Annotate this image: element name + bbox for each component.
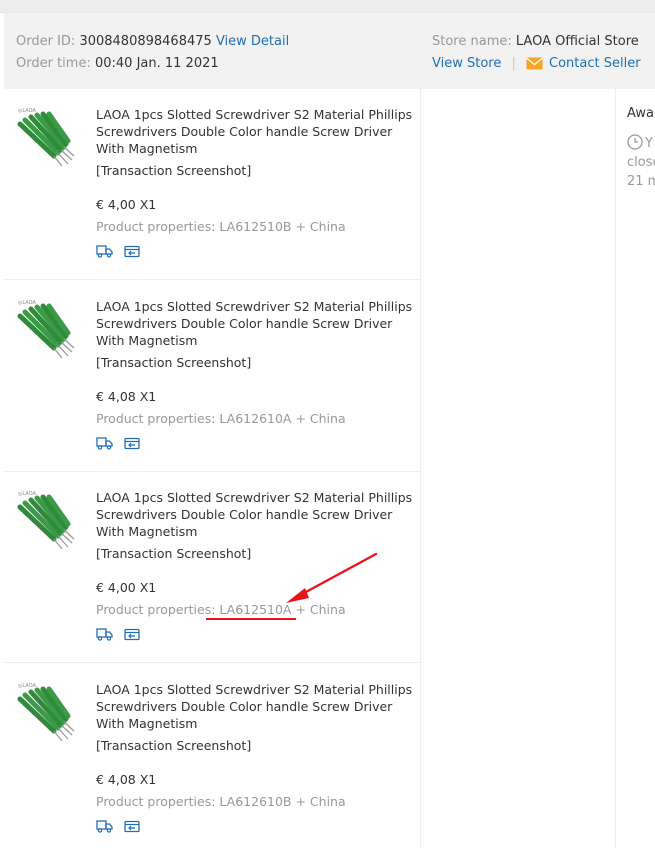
countdown-text: Y — [645, 136, 653, 151]
product-properties: Product properties: LA612510A + China — [96, 602, 346, 617]
order-item: ◎LAOA LAOA 1pcs Slotted Screwdriver S2 M… — [4, 282, 420, 472]
column-divider — [420, 88, 421, 849]
order-item: ◎LAOA LAOA 1pcs Slotted Screwdriver S2 M… — [4, 665, 420, 855]
svg-text:◎LAOA: ◎LAOA — [18, 491, 36, 497]
product-thumbnail[interactable]: ◎LAOA — [16, 681, 76, 743]
contact-seller-label: Contact Seller — [549, 56, 641, 71]
svg-text:◎LAOA: ◎LAOA — [18, 683, 36, 689]
product-title[interactable]: LAOA 1pcs Slotted Screwdriver S2 Materia… — [96, 106, 418, 157]
clock-icon — [627, 134, 643, 150]
order-time-label: Order time: — [16, 56, 91, 71]
svg-text:◎LAOA: ◎LAOA — [18, 108, 36, 114]
truck-icon[interactable] — [96, 819, 113, 833]
product-price: € 4,00 X1 — [96, 580, 157, 595]
return-icon[interactable] — [124, 628, 140, 641]
product-thumbnail[interactable]: ◎LAOA — [16, 489, 76, 551]
order-item: ◎LAOA LAOA 1pcs Slotted Screwdriver S2 M… — [4, 90, 420, 280]
order-id-row: Order ID: 3008480898468475 View Detail — [16, 34, 289, 49]
order-header: Order ID: 3008480898468475 View Detail O… — [4, 12, 655, 89]
view-store-link[interactable]: View Store — [432, 56, 501, 71]
item-icons — [96, 626, 146, 642]
countdown-block: Y close 21 m — [627, 134, 655, 191]
order-status: Awai — [627, 106, 655, 121]
order-id-label: Order ID: — [16, 34, 76, 49]
order-time-value: 00:40 Jan. 11 2021 — [94, 56, 219, 71]
separator: | — [511, 56, 516, 71]
truck-icon[interactable] — [96, 244, 113, 258]
item-icons — [96, 435, 146, 451]
envelope-icon — [526, 57, 543, 70]
product-properties: Product properties: LA612610B + China — [96, 794, 346, 809]
return-icon[interactable] — [124, 437, 140, 450]
svg-text:◎LAOA: ◎LAOA — [18, 300, 36, 306]
transaction-screenshot-link[interactable]: [Transaction Screenshot] — [96, 546, 251, 561]
product-properties: Product properties: LA612610A + China — [96, 411, 346, 426]
countdown-line: close — [627, 155, 655, 170]
order-id-value: 3008480898468475 — [79, 34, 212, 49]
product-title[interactable]: LAOA 1pcs Slotted Screwdriver S2 Materia… — [96, 298, 418, 349]
product-price: € 4,00 X1 — [96, 197, 157, 212]
product-title[interactable]: LAOA 1pcs Slotted Screwdriver S2 Materia… — [96, 681, 418, 732]
product-title[interactable]: LAOA 1pcs Slotted Screwdriver S2 Materia… — [96, 489, 418, 540]
view-detail-link[interactable]: View Detail — [216, 34, 289, 49]
order-item: ◎LAOA LAOA 1pcs Slotted Screwdriver S2 M… — [4, 473, 420, 663]
column-divider — [615, 88, 616, 849]
product-thumbnail[interactable]: ◎LAOA — [16, 106, 76, 168]
order-time-row: Order time: 00:40 Jan. 11 2021 — [16, 56, 219, 71]
store-name-row: Store name: LAOA Official Store — [432, 34, 639, 49]
transaction-screenshot-link[interactable]: [Transaction Screenshot] — [96, 738, 251, 753]
truck-icon[interactable] — [96, 627, 113, 641]
item-divider — [4, 662, 420, 663]
countdown-line: 21 m — [627, 174, 655, 189]
contact-seller-link[interactable]: Contact Seller — [526, 56, 641, 71]
product-properties: Product properties: LA612510B + China — [96, 219, 346, 234]
return-icon[interactable] — [124, 820, 140, 833]
store-name-label: Store name: — [432, 34, 512, 49]
transaction-screenshot-link[interactable]: [Transaction Screenshot] — [96, 163, 251, 178]
transaction-screenshot-link[interactable]: [Transaction Screenshot] — [96, 355, 251, 370]
product-price: € 4,08 X1 — [96, 772, 157, 787]
return-icon[interactable] — [124, 245, 140, 258]
item-icons — [96, 243, 146, 259]
item-divider — [4, 279, 420, 280]
product-thumbnail[interactable]: ◎LAOA — [16, 298, 76, 360]
product-price: € 4,08 X1 — [96, 389, 157, 404]
countdown-line: Y — [627, 134, 655, 153]
item-icons — [96, 818, 146, 834]
store-actions-row: View Store | Contact Seller — [432, 56, 641, 71]
truck-icon[interactable] — [96, 436, 113, 450]
item-divider — [4, 471, 420, 472]
store-name-value: LAOA Official Store — [515, 34, 639, 49]
